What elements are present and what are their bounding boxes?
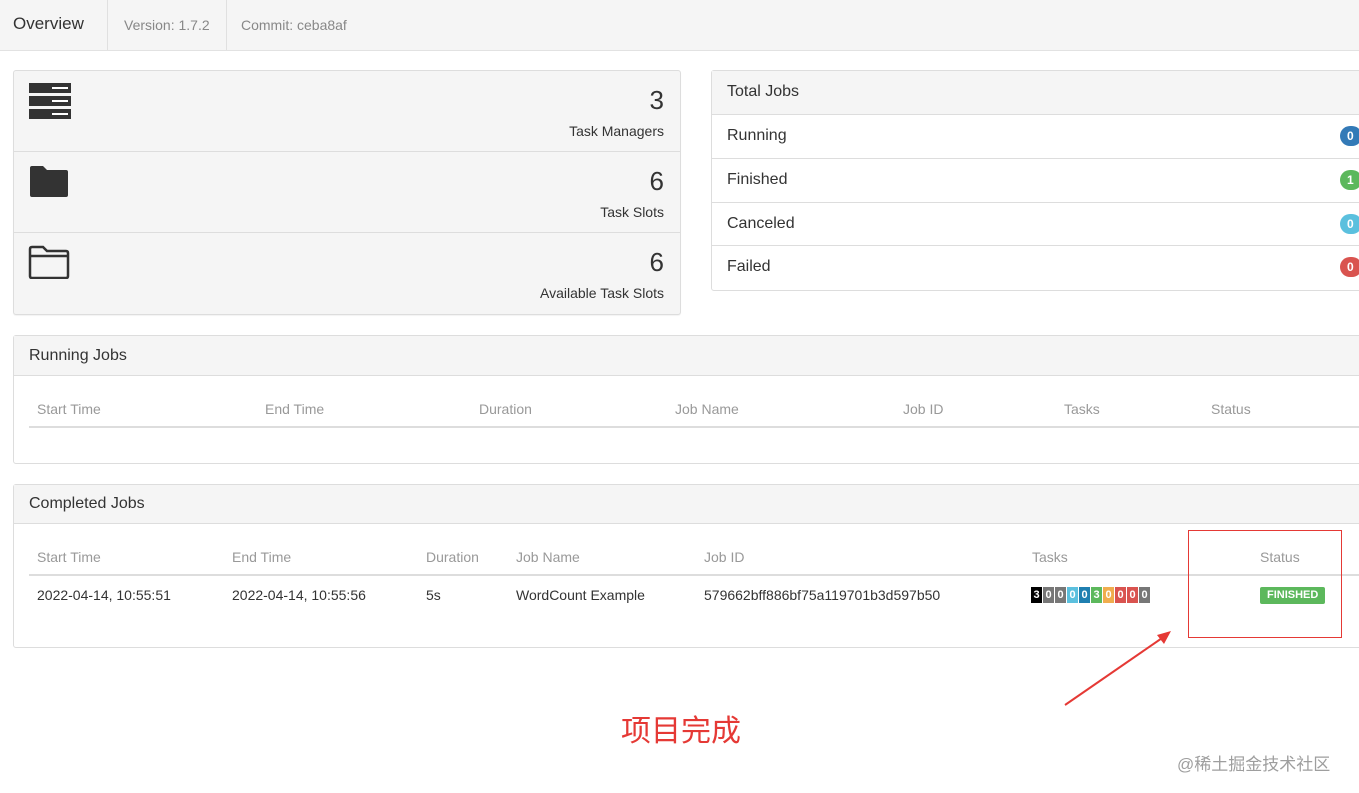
task-count-running: 0 [1079,587,1090,603]
divider [226,0,227,50]
cell-job-id: 579662bff886bf75a119701b3d597b50 [704,587,941,603]
annotation-text: 项目完成 [621,714,741,749]
stat-label: Task Managers [569,123,664,139]
task-count-created: 0 [1043,587,1054,603]
task-status-counts: 3 0 0 0 0 3 0 0 0 0 [1031,587,1150,603]
task-count-reconciling: 0 [1139,587,1150,603]
column-header[interactable]: Tasks [1032,549,1068,565]
count-badge: 1 [1340,170,1359,190]
column-header[interactable]: Job ID [704,549,744,565]
column-header[interactable]: Tasks [1064,401,1100,417]
row-label: Failed [727,258,771,275]
task-count-deploying: 0 [1067,587,1078,603]
completed-jobs-panel: Completed Jobs Start Time End Time Durat… [13,484,1359,648]
panel-title: Total Jobs [712,71,1359,114]
total-row-running: Running 0 [712,114,1359,158]
task-count-canceled: 0 [1115,587,1126,603]
column-header[interactable]: Status [1211,401,1251,417]
stat-available-task-slots: 6 Available Task Slots [14,233,680,313]
table-divider [29,574,1359,576]
stat-value: 3 [649,85,664,115]
running-jobs-panel: Running Jobs Start Time End Time Duratio… [13,335,1359,464]
count-badge: 0 [1340,214,1359,234]
cell-start-time: 2022-04-14, 10:55:51 [37,587,171,603]
task-count-failed: 0 [1127,587,1138,603]
annotation-arrow-icon [1064,631,1171,706]
task-count-canceling: 0 [1103,587,1114,603]
column-header[interactable]: End Time [265,401,324,417]
total-row-canceled: Canceled 0 [712,202,1359,246]
stat-label: Available Task Slots [540,285,664,301]
stat-value: 6 [649,166,664,196]
stat-task-managers: 3 Task Managers [14,71,680,152]
count-badge: 0 [1340,126,1359,146]
task-count-scheduled: 0 [1055,587,1066,603]
cell-end-time: 2022-04-14, 10:55:56 [232,587,366,603]
divider [107,0,108,50]
column-header[interactable]: Job ID [903,401,943,417]
total-jobs-panel: Total Jobs Running 0 Finished 1 Canceled… [711,70,1359,291]
column-header[interactable]: Duration [479,401,532,417]
stat-task-slots: 6 Task Slots [14,152,680,233]
top-bar: Overview Version: 1.7.2 Commit: ceba8af [0,0,1359,51]
column-header[interactable]: Duration [426,549,479,565]
panel-title: Running Jobs [14,336,1359,376]
column-header[interactable]: Start Time [37,401,101,417]
panel-title: Completed Jobs [14,485,1359,524]
table-divider [29,426,1359,428]
count-badge: 0 [1340,257,1359,277]
cell-duration: 5s [426,587,441,603]
row-label: Canceled [727,215,795,232]
column-header[interactable]: Job Name [675,401,739,417]
row-label: Running [727,127,787,144]
task-count-total: 3 [1031,587,1042,603]
cell-job-name: WordCount Example [516,587,645,603]
total-row-failed: Failed 0 [712,245,1359,289]
commit-label: Commit: ceba8af [241,17,347,33]
server-icon [28,83,72,124]
watermark: @稀土掘金技术社区 [1177,755,1331,774]
stat-label: Task Slots [600,204,664,220]
task-count-finished: 3 [1091,587,1102,603]
cluster-stats-panel: 3 Task Managers 6 Task Slots 6 Available… [13,70,681,315]
row-label: Finished [727,171,788,188]
version-label: Version: 1.7.2 [124,17,210,33]
column-header[interactable]: Start Time [37,549,101,565]
folder-open-icon [28,245,70,284]
total-row-finished: Finished 1 [712,158,1359,202]
column-header[interactable]: End Time [232,549,291,565]
highlight-box [1188,530,1342,638]
folder-filled-icon [28,164,70,203]
page-title: Overview [13,14,84,33]
column-header[interactable]: Job Name [516,549,580,565]
stat-value: 6 [649,247,664,277]
